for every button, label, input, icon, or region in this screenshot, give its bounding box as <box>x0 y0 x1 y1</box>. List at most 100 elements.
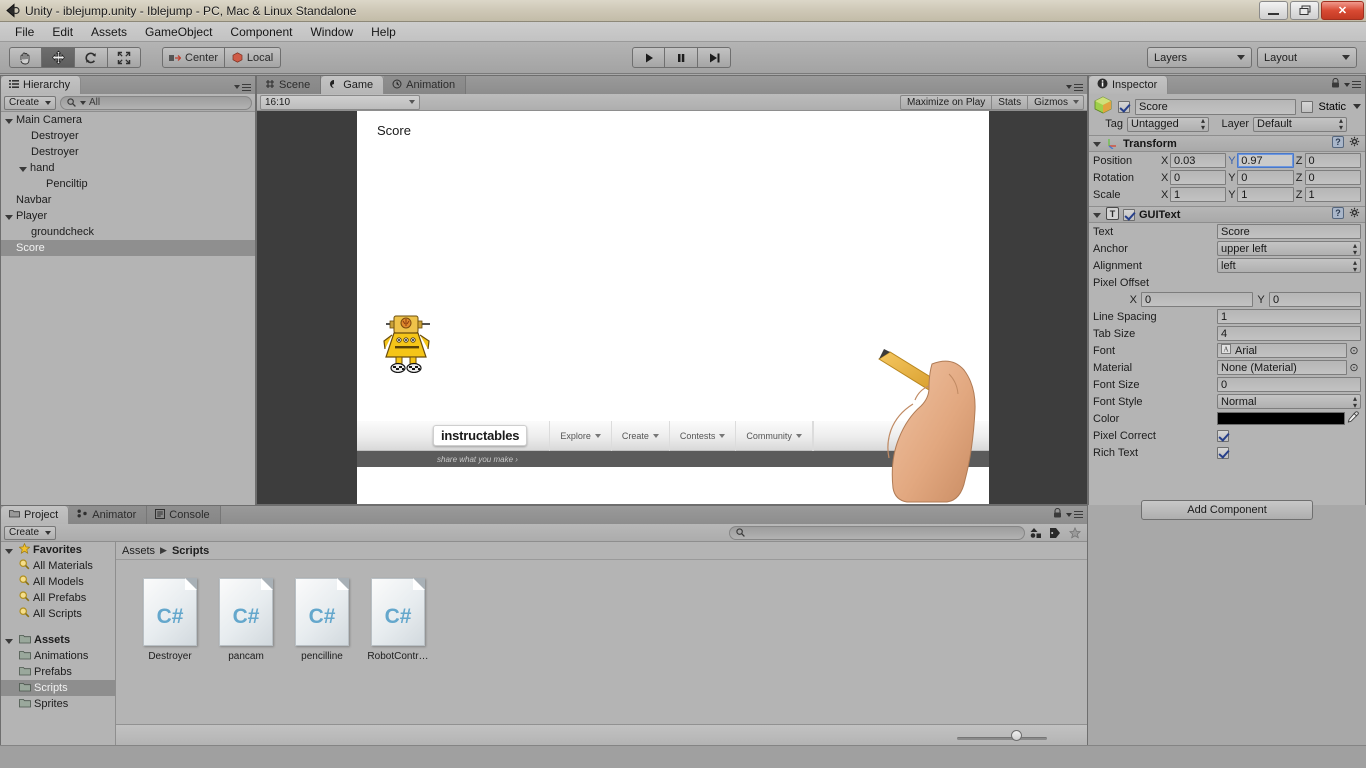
static-checkbox[interactable] <box>1301 100 1314 113</box>
disclosure-triangle-icon[interactable] <box>5 214 13 220</box>
pixel-correct-checkbox[interactable] <box>1217 429 1229 442</box>
project-search-input[interactable] <box>729 525 1025 540</box>
hierarchy-create-button[interactable]: Create <box>4 95 57 110</box>
menu-component[interactable]: Component <box>221 23 301 41</box>
pause-button[interactable] <box>665 47 698 68</box>
inspector-menu-button[interactable] <box>1344 80 1361 89</box>
hand-tool-button[interactable] <box>9 47 42 68</box>
gameobject-enabled-checkbox[interactable] <box>1118 100 1130 113</box>
asset-item[interactable]: C# Destroyer <box>134 578 206 662</box>
guitext-alignment-dropdown[interactable]: left ▴ ▾ <box>1217 258 1361 273</box>
move-tool-button[interactable] <box>42 47 75 68</box>
filter-by-label-button[interactable] <box>1047 525 1063 540</box>
tab-scene[interactable]: Scene <box>257 76 322 94</box>
disclosure-triangle-icon[interactable] <box>19 166 27 172</box>
hierarchy-item-score[interactable]: Score <box>1 240 255 256</box>
scale-y-field[interactable]: 1 <box>1237 187 1294 202</box>
scale-z-field[interactable]: 1 <box>1304 187 1361 202</box>
lock-icon[interactable] <box>1331 77 1340 91</box>
rich-text-checkbox[interactable] <box>1217 446 1229 459</box>
menu-assets[interactable]: Assets <box>82 23 136 41</box>
guitext-anchor-dropdown[interactable]: upper left ▴ ▾ <box>1217 241 1361 256</box>
project-tree-all-scripts[interactable]: All Scripts <box>1 606 115 622</box>
project-tree-all-materials[interactable]: All Materials <box>1 558 115 574</box>
hierarchy-item-destroyer-1[interactable]: Destroyer <box>1 128 255 144</box>
project-tree-scripts[interactable]: Scripts <box>1 680 115 696</box>
disclosure-triangle-icon[interactable] <box>5 118 13 124</box>
position-z-field[interactable]: 0 <box>1304 153 1361 168</box>
gizmos-button[interactable]: Gizmos <box>1027 94 1084 110</box>
asset-grid[interactable]: C# Destroyer C# pancam C# pencilline C# … <box>116 560 1087 724</box>
stats-button[interactable]: Stats <box>991 94 1028 110</box>
hierarchy-menu-button[interactable] <box>234 83 251 91</box>
project-tree-all-models[interactable]: All Models <box>1 574 115 590</box>
eyedropper-icon[interactable] <box>1345 411 1361 426</box>
position-y-field[interactable]: 0.97 <box>1237 153 1294 168</box>
rotation-y-field[interactable]: 0 <box>1237 170 1294 185</box>
tab-inspector[interactable]: Inspector <box>1089 76 1169 94</box>
project-tree-favorites[interactable]: Favorites <box>1 542 115 558</box>
tab-console[interactable]: Console <box>147 506 221 524</box>
disclosure-triangle-icon[interactable] <box>5 638 13 644</box>
gear-icon[interactable] <box>1349 136 1361 151</box>
hierarchy-item-hand[interactable]: hand <box>1 160 255 176</box>
guitext-font-objectfield[interactable]: A Arial <box>1217 343 1347 358</box>
layers-dropdown[interactable]: Layers <box>1147 47 1252 68</box>
project-tree-assets[interactable]: Assets <box>1 632 115 648</box>
guitext-tabsize-field[interactable]: 4 <box>1217 326 1361 341</box>
guitext-material-objectfield[interactable]: None (Material) <box>1217 360 1347 375</box>
layout-dropdown[interactable]: Layout <box>1257 47 1357 68</box>
hierarchy-item-main-camera[interactable]: Main Camera <box>1 112 255 128</box>
asset-item[interactable]: C# pancam <box>210 578 282 662</box>
rotation-x-field[interactable]: 0 <box>1169 170 1227 185</box>
step-button[interactable] <box>698 47 731 68</box>
hierarchy-item-player[interactable]: Player <box>1 208 255 224</box>
material-picker-button[interactable]: ⊙ <box>1347 361 1361 374</box>
guitext-fontsize-field[interactable]: 0 <box>1217 377 1361 392</box>
center-menu-button[interactable] <box>1066 83 1083 91</box>
component-header-transform[interactable]: Transform ? <box>1089 135 1365 152</box>
tab-animator[interactable]: Animator <box>69 506 148 524</box>
rotation-z-field[interactable]: 0 <box>1304 170 1361 185</box>
pixel-offset-y-field[interactable]: 0 <box>1269 292 1361 307</box>
aspect-ratio-dropdown[interactable]: 16:10 <box>260 94 420 110</box>
disclosure-triangle-icon[interactable] <box>1093 213 1101 218</box>
pixel-offset-x-field[interactable]: 0 <box>1141 292 1253 307</box>
font-picker-button[interactable]: ⊙ <box>1347 344 1361 357</box>
layer-dropdown[interactable]: Default ▴ ▾ <box>1253 116 1347 132</box>
favorites-star-button[interactable] <box>1066 525 1084 540</box>
gameobject-name-field[interactable]: Score <box>1135 98 1297 115</box>
play-button[interactable] <box>632 47 665 68</box>
menu-edit[interactable]: Edit <box>43 23 82 41</box>
project-tree-prefabs[interactable]: Prefabs <box>1 664 115 680</box>
asset-zoom-slider[interactable] <box>957 730 1047 742</box>
breadcrumb-assets[interactable]: Assets <box>122 545 155 557</box>
disclosure-triangle-icon[interactable] <box>1093 142 1101 147</box>
menu-help[interactable]: Help <box>362 23 405 41</box>
menu-gameobject[interactable]: GameObject <box>136 23 221 41</box>
component-header-guitext[interactable]: T GUIText ? <box>1089 206 1365 223</box>
project-tree-sprites[interactable]: Sprites <box>1 696 115 712</box>
menu-file[interactable]: File <box>6 23 43 41</box>
position-x-field[interactable]: 0.03 <box>1169 153 1227 168</box>
guitext-fontstyle-dropdown[interactable]: Normal ▴ ▾ <box>1217 394 1361 409</box>
static-dropdown-icon[interactable] <box>1353 104 1361 109</box>
scale-tool-button[interactable] <box>108 47 141 68</box>
project-tree[interactable]: Favorites All Materials All Models All P… <box>1 542 116 747</box>
tab-animation[interactable]: Animation <box>384 76 467 94</box>
gear-icon[interactable] <box>1349 207 1361 222</box>
rotate-tool-button[interactable] <box>75 47 108 68</box>
lock-icon[interactable] <box>1053 507 1062 521</box>
help-icon[interactable]: ? <box>1332 207 1344 222</box>
tab-project[interactable]: Project <box>1 506 70 524</box>
close-button[interactable]: ✕ <box>1321 1 1364 20</box>
hierarchy-search-input[interactable]: All <box>60 95 252 110</box>
hierarchy-item-navbar[interactable]: Navbar <box>1 192 255 208</box>
hierarchy-tree[interactable]: Main Camera Destroyer Destroyer hand Pen… <box>1 112 255 505</box>
disclosure-triangle-icon[interactable] <box>5 548 13 554</box>
maximize-on-play-button[interactable]: Maximize on Play <box>899 94 992 110</box>
pivot-mode-button[interactable]: Center <box>162 47 226 68</box>
hierarchy-item-destroyer-2[interactable]: Destroyer <box>1 144 255 160</box>
minimize-button[interactable] <box>1259 1 1288 20</box>
tab-game[interactable]: Game <box>321 76 385 94</box>
